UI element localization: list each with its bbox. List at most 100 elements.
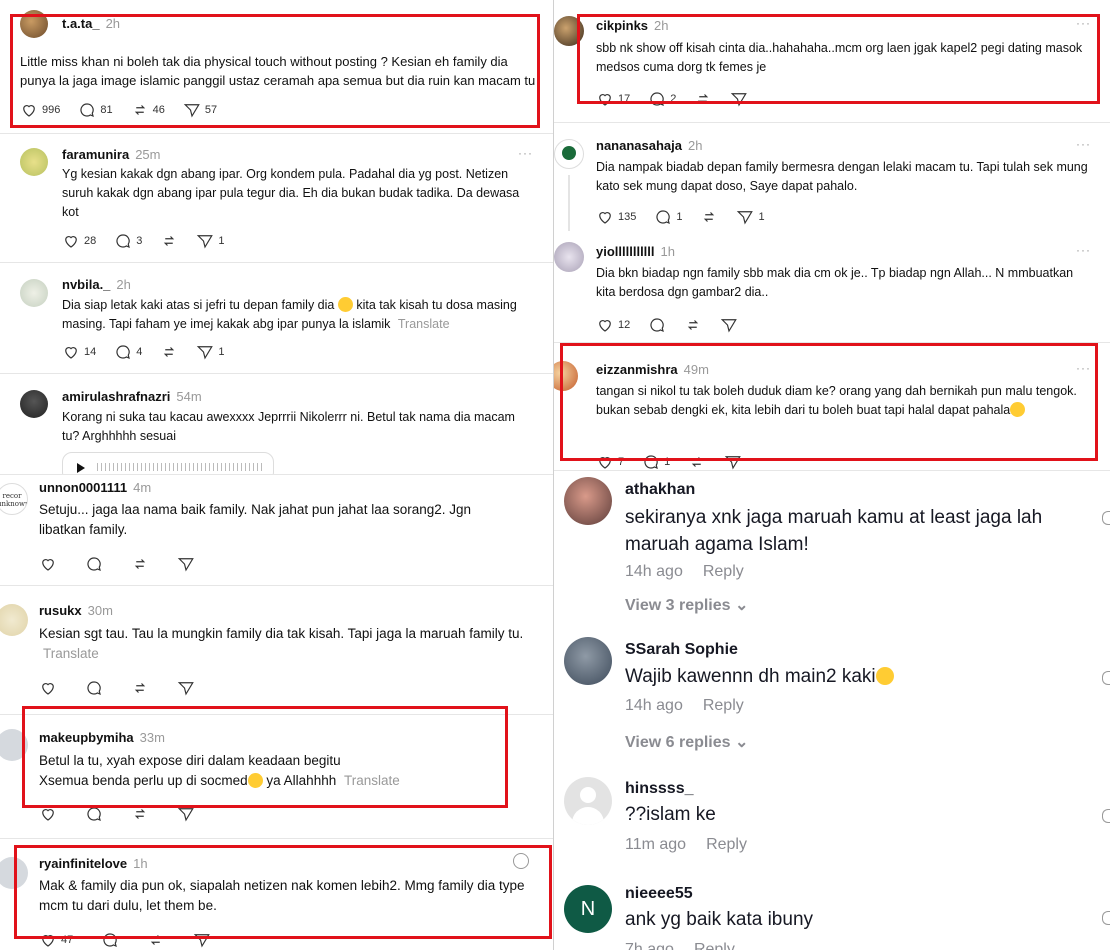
avatar[interactable] bbox=[564, 477, 612, 525]
highlight-box bbox=[10, 14, 540, 128]
post-card[interactable]: recor unknown unnon00011114m Setuju... j… bbox=[0, 475, 555, 585]
crying-emoji-icon bbox=[337, 297, 353, 312]
comment-item[interactable]: athakhan sekiranya xnk jaga maruah kamu … bbox=[554, 471, 1110, 621]
avatar[interactable]: recor unknown bbox=[0, 483, 28, 515]
like-button[interactable]: 135 bbox=[596, 208, 636, 226]
like-icon[interactable] bbox=[1102, 511, 1110, 525]
panel-divider bbox=[553, 0, 554, 950]
like-button[interactable]: 28 bbox=[62, 232, 96, 250]
reply-button[interactable]: Reply bbox=[703, 697, 744, 714]
avatar[interactable] bbox=[20, 148, 48, 176]
post-card[interactable]: nananasahaja 2h ··· Dia nampak biadab dep… bbox=[554, 123, 1110, 233]
repost-button[interactable] bbox=[700, 208, 718, 226]
repost-button[interactable] bbox=[160, 232, 178, 250]
post-username[interactable]: yiolllllllllll 1h bbox=[596, 244, 675, 259]
right-bottom-panel: athakhan sekiranya xnk jaga maruah kamu … bbox=[554, 471, 1110, 950]
comment-icon bbox=[116, 234, 131, 248]
heart-icon bbox=[42, 683, 54, 695]
share-button[interactable]: 1 bbox=[196, 343, 225, 361]
more-icon[interactable]: ··· bbox=[1076, 137, 1091, 151]
reply-button[interactable] bbox=[85, 679, 103, 697]
avatar[interactable] bbox=[564, 777, 612, 825]
share-button[interactable] bbox=[177, 555, 195, 573]
post-username[interactable]: rusukx 30m bbox=[39, 603, 113, 618]
avatar[interactable]: N bbox=[564, 885, 612, 933]
post-card[interactable]: rusukx 30m Kesian sgt tau. Tau la mungkin… bbox=[0, 586, 555, 704]
avatar[interactable] bbox=[20, 390, 48, 418]
avatar[interactable] bbox=[554, 139, 584, 169]
post-card[interactable]: faramunira 25m ··· Yg kesian kakak dgn ab… bbox=[0, 134, 555, 262]
post-card[interactable]: yiolllllllllll 1h ··· Dia bkn biadap ngn … bbox=[554, 234, 1110, 340]
post-username[interactable]: unnon0001111 4m bbox=[39, 480, 151, 495]
like-button[interactable] bbox=[39, 555, 57, 573]
post-username[interactable]: nananasahaja 2h bbox=[596, 138, 702, 153]
share-button[interactable] bbox=[720, 316, 738, 334]
reply-button[interactable]: Reply bbox=[694, 941, 735, 950]
like-icon[interactable] bbox=[1102, 809, 1110, 823]
heart-icon bbox=[65, 236, 77, 248]
avatar[interactable] bbox=[0, 604, 28, 636]
comment-username[interactable]: SSarah Sophie bbox=[625, 641, 738, 659]
avatar[interactable] bbox=[554, 242, 584, 272]
like-icon[interactable] bbox=[1102, 671, 1110, 685]
avatar[interactable] bbox=[20, 279, 48, 307]
more-icon[interactable]: ··· bbox=[1076, 243, 1091, 257]
repost-icon bbox=[164, 347, 175, 357]
comment-item[interactable]: hinssss_ ??islam ke 11m ago Reply bbox=[554, 773, 1110, 868]
comment-icon bbox=[656, 210, 671, 224]
more-icon[interactable]: ··· bbox=[518, 146, 533, 160]
comment-meta: 11m ago Reply bbox=[625, 836, 747, 853]
comment-item[interactable]: N nieeee55 ank yg baik kata ibuny 7h ago… bbox=[554, 879, 1110, 950]
post-username[interactable]: nvbila._ 2h bbox=[62, 277, 131, 292]
view-replies-button[interactable]: View 6 replies ⌄ bbox=[625, 732, 748, 752]
repost-button[interactable] bbox=[131, 555, 149, 573]
play-icon[interactable] bbox=[77, 463, 85, 473]
translate-link[interactable]: Translate bbox=[43, 646, 99, 661]
comment-icon bbox=[87, 681, 101, 695]
view-replies-button[interactable]: View 3 replies ⌄ bbox=[625, 595, 748, 615]
repost-button[interactable] bbox=[131, 679, 149, 697]
panel-divider bbox=[554, 470, 1110, 471]
comment-username[interactable]: nieeee55 bbox=[625, 885, 693, 903]
chevron-down-icon: ⌄ bbox=[735, 597, 749, 614]
share-button[interactable]: 1 bbox=[736, 208, 765, 226]
reply-button[interactable]: Reply bbox=[703, 563, 744, 580]
share-button[interactable]: 1 bbox=[196, 232, 225, 250]
comment-username[interactable]: athakhan bbox=[625, 481, 695, 499]
post-actions bbox=[39, 679, 195, 697]
post-card[interactable]: amirulashrafnazri 54m Korang ni suka tau … bbox=[0, 374, 555, 474]
post-text: Yg kesian kakak dgn abang ipar. Org kond… bbox=[62, 167, 520, 219]
repost-icon bbox=[688, 320, 699, 330]
reply-button[interactable]: 3 bbox=[114, 232, 142, 250]
repost-button[interactable] bbox=[684, 316, 702, 334]
reply-button[interactable] bbox=[648, 316, 666, 334]
like-button[interactable]: 12 bbox=[596, 316, 630, 334]
comment-item[interactable]: SSarah Sophie Wajib kawennn dh main2 kak… bbox=[554, 631, 1110, 761]
like-button[interactable]: 14 bbox=[62, 343, 96, 361]
post-card[interactable]: nvbila._ 2h Dia siap letak kaki atas si j… bbox=[0, 263, 555, 373]
translate-link[interactable]: Translate bbox=[398, 317, 450, 331]
reply-button[interactable]: 1 bbox=[654, 208, 682, 226]
like-icon[interactable] bbox=[1102, 911, 1110, 925]
post-text: Dia nampak biadab depan family bermesra … bbox=[596, 160, 1088, 193]
thread-line bbox=[568, 175, 570, 231]
comment-text: ??islam ke bbox=[625, 804, 716, 825]
post-username[interactable]: amirulashrafnazri 54m bbox=[62, 389, 202, 404]
reply-button[interactable]: 4 bbox=[114, 343, 142, 361]
repost-button[interactable] bbox=[160, 343, 178, 361]
highlight-box bbox=[577, 14, 1100, 104]
comment-username[interactable]: hinssss_ bbox=[625, 780, 693, 798]
reply-button[interactable] bbox=[85, 555, 103, 573]
comment-meta: 7h ago Reply bbox=[625, 941, 755, 950]
share-button[interactable] bbox=[177, 679, 195, 697]
highlight-box bbox=[22, 706, 508, 808]
audio-player[interactable] bbox=[62, 452, 274, 474]
post-text: Dia siap letak kaki atas si jefri tu dep… bbox=[62, 297, 517, 331]
like-button[interactable] bbox=[39, 679, 57, 697]
avatar[interactable] bbox=[564, 637, 612, 685]
comment-text: ank yg baik kata ibuny bbox=[625, 909, 814, 930]
post-username[interactable]: faramunira 25m bbox=[62, 147, 161, 162]
comment-icon bbox=[650, 318, 665, 332]
post-text: Setuju... jaga laa nama baik family. Nak… bbox=[39, 502, 472, 537]
reply-button[interactable]: Reply bbox=[706, 836, 747, 853]
